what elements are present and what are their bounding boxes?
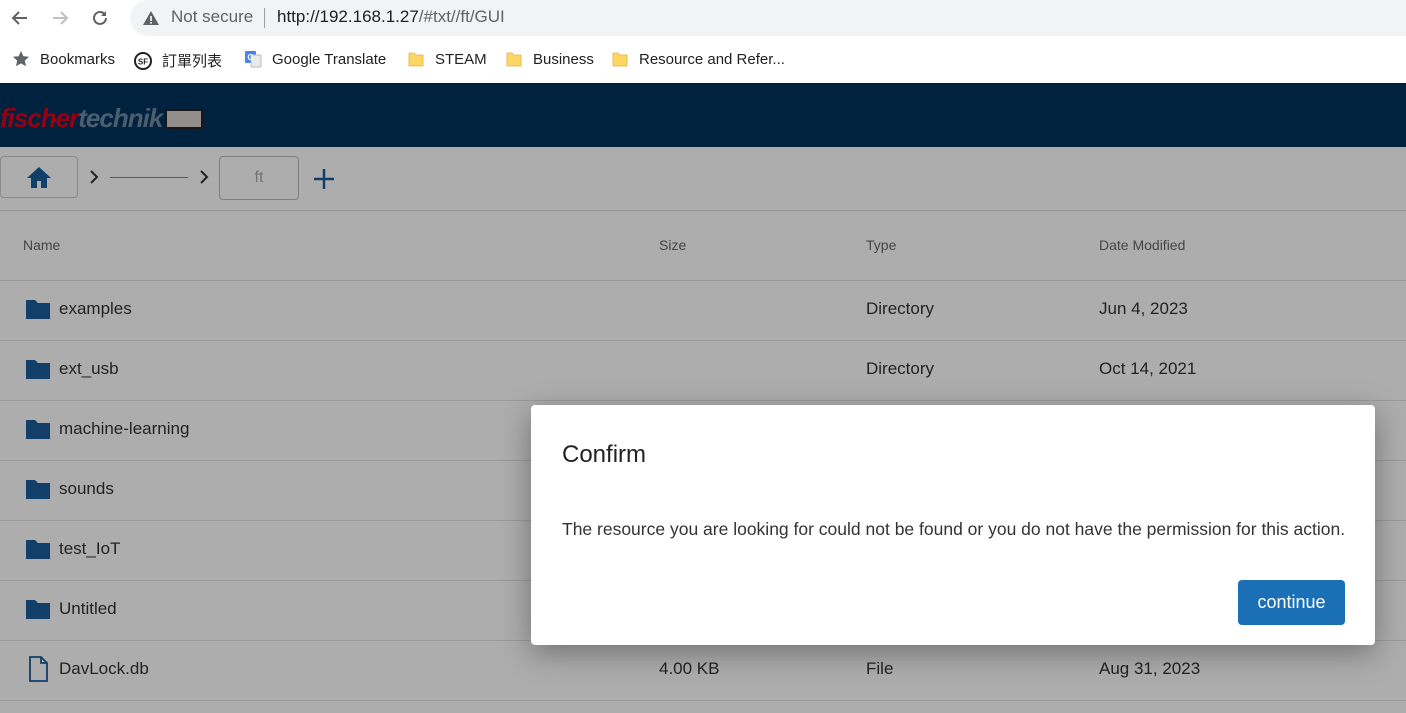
arrow-right-icon <box>53 11 69 25</box>
svg-text:G: G <box>247 53 253 62</box>
bookmark-resource[interactable]: Resource and Refer... <box>611 50 785 68</box>
folder-icon <box>408 52 424 67</box>
folder-icon <box>612 52 628 67</box>
url-path: /#txt//ft/GUI <box>418 7 505 26</box>
bookmark-label: Business <box>533 50 594 68</box>
url-field[interactable]: Not secure http://192.168.1.27/#txt//ft/… <box>130 0 1406 36</box>
reload-icon <box>93 10 107 25</box>
back-button[interactable] <box>6 4 34 32</box>
warning-icon <box>143 11 159 25</box>
forward-button[interactable] <box>46 4 74 32</box>
bookmark-label: Resource and Refer... <box>639 50 785 68</box>
bookmark-bookmarks[interactable]: Bookmarks <box>12 50 115 68</box>
not-secure-label: Not secure <box>171 7 254 26</box>
continue-button[interactable]: continue <box>1238 580 1345 625</box>
reload-button[interactable] <box>86 4 114 32</box>
url-text: http://192.168.1.27/#txt//ft/GUI <box>277 7 505 27</box>
url-host: http://192.168.1.27 <box>277 7 419 26</box>
bookmark-label: Google Translate <box>272 50 387 68</box>
browser-address-bar: Not secure http://192.168.1.27/#txt//ft/… <box>0 0 1406 36</box>
bookmark-label: STEAM <box>435 50 487 68</box>
folder-icon <box>506 52 522 67</box>
bookmark-label: 訂單列表 <box>162 53 223 70</box>
dialog-message: The resource you are looking for could n… <box>562 519 1346 539</box>
google-translate-icon: G <box>245 51 262 68</box>
bookmark-steam[interactable]: STEAM <box>407 50 487 68</box>
svg-text:SF: SF <box>138 57 148 66</box>
star-icon <box>13 51 29 67</box>
dialog-title: Confirm <box>562 441 647 468</box>
url-separator <box>264 8 265 28</box>
bookmark-label: Bookmarks <box>40 50 116 68</box>
sf-logo-icon: SF <box>134 51 152 70</box>
confirm-dialog: Confirm The resource you are looking for… <box>531 405 1375 645</box>
arrow-left-icon <box>11 11 27 25</box>
bookmark-business[interactable]: Business <box>505 50 594 68</box>
bookmarks-bar: Bookmarks SF 訂單列表 G Google Translate STE… <box>0 44 1406 76</box>
bookmark-orders[interactable]: SF 訂單列表 <box>134 50 222 71</box>
bookmark-google-translate[interactable]: G Google Translate <box>244 50 386 68</box>
